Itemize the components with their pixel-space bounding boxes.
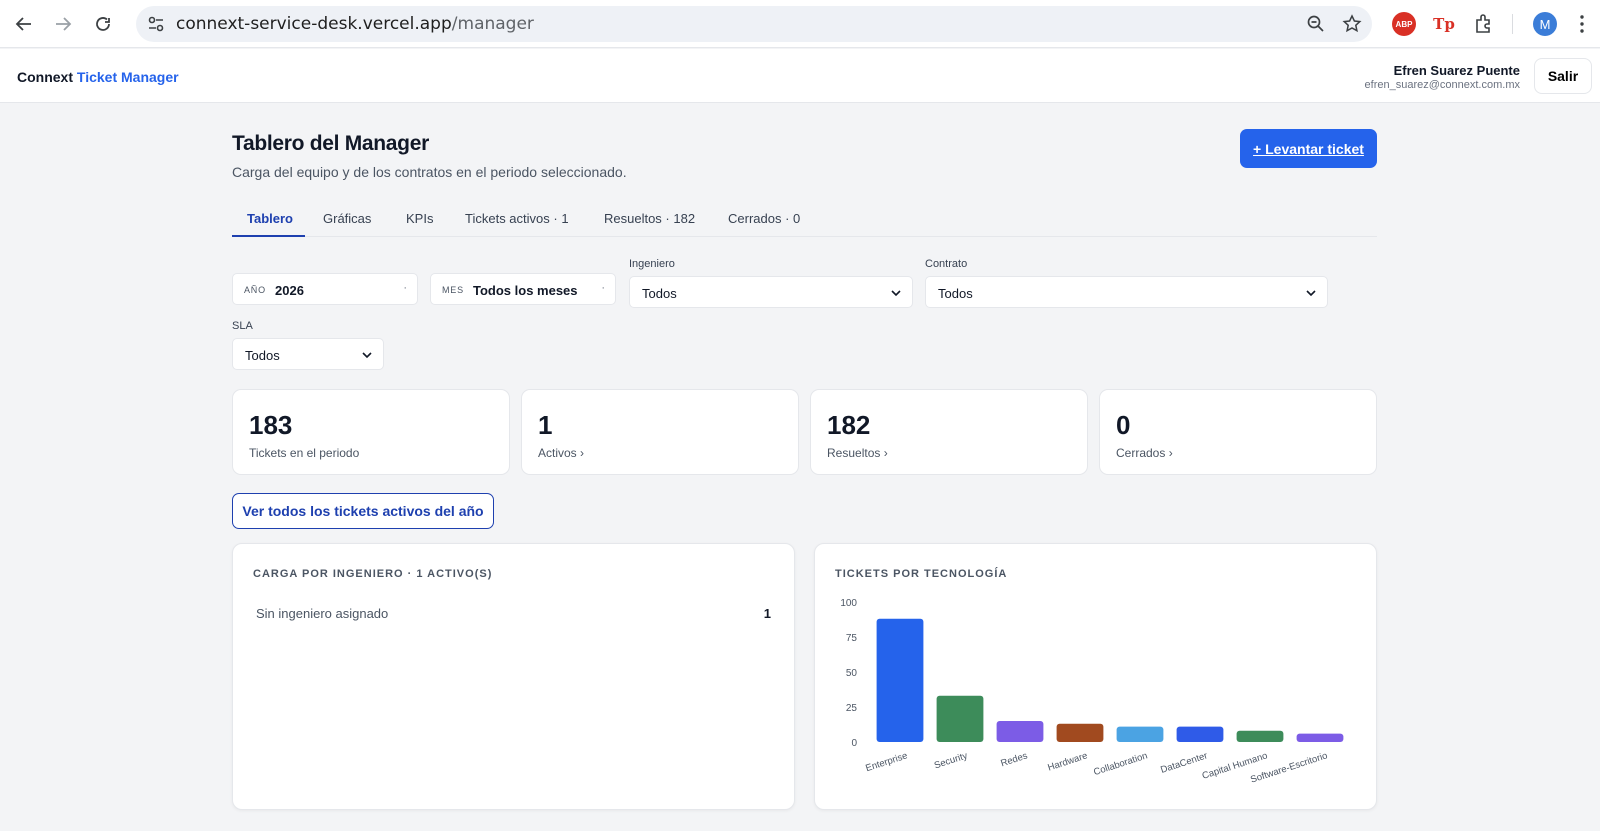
engineer-filter-label: Ingeniero (629, 258, 675, 270)
forward-icon[interactable] (49, 10, 77, 38)
page-title: Tablero del Manager (232, 132, 429, 155)
brand-logo[interactable]: Connext Ticket Manager (17, 69, 179, 85)
url-text: connext-service-desk.vercel.app/manager (176, 14, 534, 34)
tab-kpis[interactable]: KPIs (406, 211, 433, 226)
engineer-row-value: 1 (763, 606, 771, 621)
year-filter-value: 2026 (275, 283, 304, 298)
bar-security[interactable] (936, 695, 984, 742)
reload-icon[interactable] (89, 10, 117, 38)
adblock-label: ABP (1395, 19, 1413, 29)
profile-avatar[interactable]: M (1533, 12, 1557, 36)
avatar-letter: M (1539, 16, 1551, 32)
chevron-down-icon (891, 290, 901, 297)
engineer-select-value: Todos (642, 286, 677, 301)
x-tick-label: Hardware (1046, 750, 1089, 773)
chevron-down-icon (362, 352, 372, 359)
tickets-by-technology-chart: 0 25 50 75 100 Enterprise Security Redes Hardwar… (840, 598, 1344, 786)
bar-software-escritorio[interactable] (1296, 733, 1344, 742)
y-tick-label: 50 (846, 668, 858, 679)
kpi-label: Tickets en el periodo (249, 446, 360, 460)
chevron-down-icon (1306, 290, 1316, 297)
x-tick-label: Collaboration (1092, 750, 1149, 778)
engineer-load-title: CARGA POR INGENIERO · 1 ACTIVO(S) (253, 568, 493, 580)
month-filter[interactable]: MES Todos los meses · (430, 273, 616, 305)
contract-select-value: Todos (938, 286, 973, 301)
kpi-value: 183 (249, 410, 293, 440)
bookmark-star-icon[interactable] (1342, 14, 1362, 34)
y-tick-label: 25 (846, 703, 858, 714)
url-path: /manager (451, 14, 534, 34)
browser-toolbar: connext-service-desk.vercel.app/manager … (0, 0, 1600, 48)
bar-collaboration[interactable] (1116, 726, 1164, 742)
bar-datacenter[interactable] (1176, 726, 1224, 742)
zoom-icon[interactable] (1306, 14, 1326, 34)
engineer-load-panel: CARGA POR INGENIERO · 1 ACTIVO(S) Sin in… (232, 543, 795, 810)
kpi-link[interactable]: Resueltos › (827, 446, 888, 460)
tp-label: Tp (1433, 15, 1455, 33)
view-all-active-tickets-button[interactable]: Ver todos los tickets activos del año (232, 493, 494, 529)
tab-cerrados[interactable]: Cerrados · 0 (728, 211, 800, 226)
kpi-active-tickets[interactable]: 1 Activos › (521, 389, 799, 475)
kpi-link[interactable]: Cerrados › (1116, 446, 1173, 460)
extensions-puzzle-icon[interactable] (1472, 12, 1496, 36)
kpi-total-tickets: 183 Tickets en el periodo (232, 389, 510, 475)
tab-tablero[interactable]: Tablero (247, 211, 293, 226)
year-filter-handle-icon: · (403, 282, 407, 294)
y-tick-label: 75 (846, 633, 858, 644)
tab-resueltos[interactable]: Resueltos · 182 (604, 211, 695, 226)
bar-redes[interactable] (996, 721, 1044, 742)
kpi-closed-tickets[interactable]: 0 Cerrados › (1099, 389, 1377, 475)
bar-enterprise[interactable] (876, 618, 924, 742)
year-filter-label: AÑO (244, 285, 266, 295)
active-tab-indicator (232, 235, 305, 237)
back-icon[interactable] (10, 10, 38, 38)
page-subtitle: Carga del equipo y de los contratos en e… (232, 164, 627, 180)
toolbar-divider (1512, 14, 1513, 34)
kpi-resolved-tickets[interactable]: 182 Resueltos › (810, 389, 1088, 475)
y-tick-label: 0 (851, 738, 857, 749)
month-filter-handle-icon: · (601, 282, 605, 294)
month-filter-value: Todos los meses (473, 283, 578, 298)
brand-name: Connext (17, 69, 73, 85)
tab-bar: Tablero Gráficas KPIs Tickets activos · … (232, 200, 1377, 237)
month-filter-label: MES (442, 285, 464, 295)
contract-select[interactable]: Todos (925, 276, 1328, 308)
browser-menu-icon[interactable] (1578, 14, 1586, 34)
x-tick-label: Redes (999, 750, 1029, 769)
kpi-value: 1 (538, 410, 553, 440)
url-host: connext-service-desk.vercel.app (176, 14, 452, 34)
engineer-row-label: Sin ingeniero asignado (256, 606, 389, 621)
y-tick-label: 100 (840, 598, 857, 609)
sla-select[interactable]: Todos (232, 338, 384, 370)
adblock-extension-icon[interactable]: ABP (1392, 12, 1416, 36)
bar-hardware[interactable] (1056, 723, 1104, 742)
year-filter[interactable]: AÑO 2026 · (232, 273, 418, 305)
x-tick-label: Enterprise (864, 750, 909, 774)
create-ticket-button[interactable]: + Levantar ticket (1240, 129, 1377, 168)
site-settings-icon[interactable] (146, 14, 166, 34)
kpi-link[interactable]: Activos › (538, 446, 584, 460)
x-tick-label: Security (933, 750, 969, 771)
sla-select-value: Todos (245, 348, 280, 363)
contract-filter-label: Contrato (925, 258, 968, 270)
tab-graficas[interactable]: Gráficas (323, 211, 371, 226)
brand-accent: Ticket Manager (76, 69, 179, 85)
kpi-value: 0 (1116, 410, 1131, 440)
kpi-value: 182 (827, 410, 871, 440)
app-header: Connext Ticket Manager Efren Suarez Puen… (0, 49, 1600, 103)
sla-filter-label: SLA (232, 320, 253, 332)
user-email: efren_suarez@connext.com.mx (1364, 79, 1520, 91)
tab-tickets-activos[interactable]: Tickets activos · 1 (465, 211, 569, 226)
logout-button[interactable]: Salir (1534, 58, 1592, 94)
address-bar[interactable]: connext-service-desk.vercel.app/manager (136, 6, 1372, 42)
engineer-select[interactable]: Todos (629, 276, 913, 308)
tech-chart-panel: TICKETS POR TECNOLOGÍA 0 25 50 75 100 Enterpr… (814, 543, 1377, 810)
tp-extension-icon[interactable]: Tp (1432, 12, 1456, 36)
user-name: Efren Suarez Puente (1393, 63, 1520, 78)
bar-capital-humano[interactable] (1236, 730, 1284, 742)
